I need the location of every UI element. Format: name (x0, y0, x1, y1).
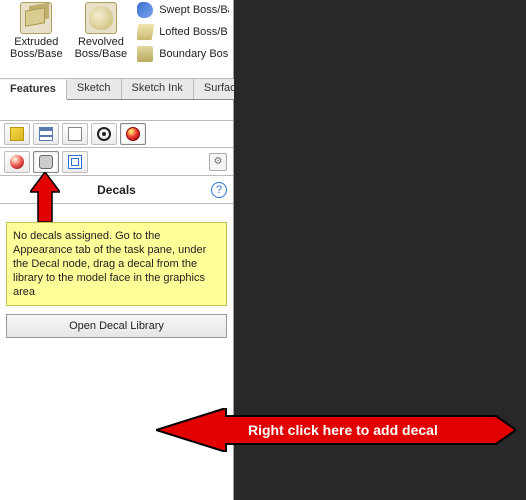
revolved-boss-label: Revolved Boss/Base (75, 36, 128, 60)
extruded-boss-icon (20, 2, 52, 34)
help-button[interactable]: ? (211, 182, 227, 198)
lofted-boss-icon (137, 24, 154, 40)
ribbon-right-list: Swept Boss/Ba Lofted Boss/B Boundary Bos (137, 0, 229, 62)
manager-tabs-strip (0, 120, 233, 148)
swept-boss-icon (137, 2, 153, 18)
annotation-callout: Right click here to add decal (156, 408, 516, 452)
ribbon: Extruded Boss/Base Revolved Boss/Base Sw… (0, 0, 233, 78)
display-manager-button[interactable] (120, 123, 146, 145)
globe-icon (10, 155, 24, 169)
feature-tabs: Features Sketch Sketch Ink Surfac (0, 78, 233, 100)
open-decal-library-button[interactable]: Open Decal Library (6, 314, 227, 338)
extruded-boss-label: Extruded Boss/Base (10, 36, 63, 60)
lofted-boss-button[interactable]: Lofted Boss/B (137, 24, 229, 40)
tab-sketch[interactable]: Sketch (67, 79, 122, 99)
swept-boss-label: Swept Boss/Ba (159, 4, 229, 16)
appearance-ball-icon (126, 127, 140, 141)
extruded-boss-button[interactable]: Extruded Boss/Base (4, 0, 69, 60)
feature-manager-button[interactable] (4, 123, 30, 145)
appearances-button[interactable] (4, 151, 30, 173)
panel-options-button[interactable]: ⚙ (209, 153, 227, 171)
lofted-boss-label: Lofted Boss/B (159, 26, 228, 38)
tab-features[interactable]: Features (0, 80, 67, 100)
tab-sketch-ink[interactable]: Sketch Ink (122, 79, 194, 99)
property-manager-button[interactable] (33, 123, 59, 145)
decals-button[interactable] (33, 151, 59, 173)
scene-grid-icon (68, 155, 82, 169)
gear-icon: ⚙ (214, 156, 223, 167)
boundary-boss-label: Boundary Bos (159, 48, 228, 60)
annotation-callout-text: Right click here to add decal (248, 422, 438, 438)
list-icon (39, 127, 53, 141)
scenes-lights-cameras-button[interactable] (62, 151, 88, 173)
revolved-boss-icon (85, 2, 117, 34)
dimxpert-manager-button[interactable] (91, 123, 117, 145)
configuration-manager-button[interactable] (62, 123, 88, 145)
boundary-boss-button[interactable]: Boundary Bos (137, 46, 229, 62)
boundary-boss-icon (137, 46, 153, 62)
cube-icon (10, 127, 24, 141)
swept-boss-button[interactable]: Swept Boss/Ba (137, 2, 229, 18)
no-decals-note: No decals assigned. Go to the Appearance… (6, 222, 227, 306)
target-icon (97, 127, 111, 141)
tree-icon (68, 127, 82, 141)
decal-cyl-icon (39, 155, 53, 169)
annotation-arrow-up (30, 172, 60, 222)
decals-title: Decals (97, 183, 136, 197)
revolved-boss-button[interactable]: Revolved Boss/Base (69, 0, 134, 60)
